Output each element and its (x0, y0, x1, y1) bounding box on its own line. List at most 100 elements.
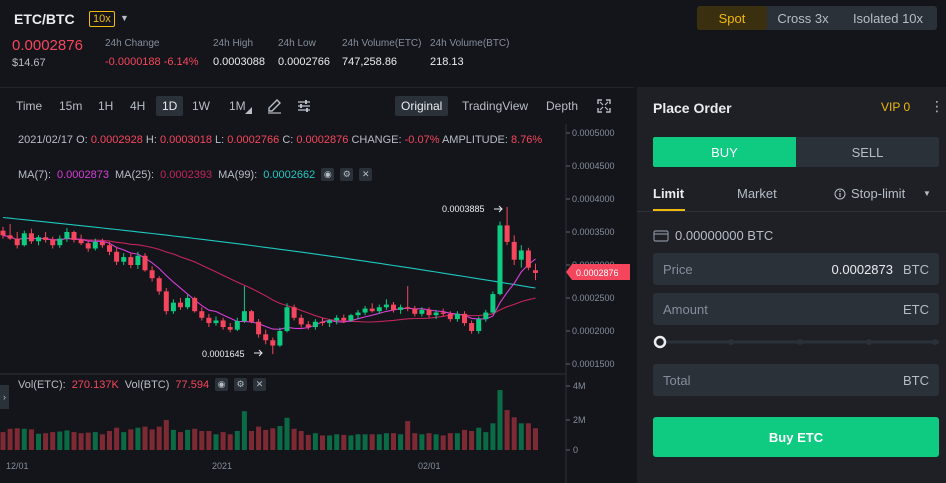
volume-bar (170, 429, 176, 450)
vip-level[interactable]: VIP 0 (881, 100, 910, 114)
volume-bar (263, 429, 269, 450)
candle-body (383, 304, 389, 308)
stat-label-vol-btc: 24h Volume(BTC) (430, 38, 510, 49)
candle-body (50, 239, 56, 246)
candle-body (206, 317, 212, 324)
type-limit[interactable]: Limit (653, 186, 684, 201)
chevron-right-icon[interactable]: › (0, 385, 9, 409)
candle-body (0, 230, 6, 236)
margin-mode-switch: Spot Cross 3x Isolated 10x (697, 6, 937, 30)
sell-tab[interactable]: SELL (796, 137, 939, 167)
candle-body (504, 225, 510, 242)
volume-bar (227, 434, 233, 450)
candle-body (213, 320, 219, 324)
total-label: Total (663, 373, 691, 388)
chevron-down-icon[interactable]: ▼ (120, 13, 129, 23)
candle-body (263, 334, 269, 341)
candle-body (178, 302, 183, 308)
volume-bar (433, 434, 439, 450)
volume-bar (256, 426, 262, 450)
slider-step-75[interactable] (866, 339, 872, 345)
volume-bar (57, 431, 63, 450)
volume-bar (85, 432, 91, 450)
vol-etc-label: Vol(ETC): (18, 378, 66, 391)
candle-body (405, 307, 411, 309)
volume-bar (14, 428, 20, 450)
slider-step-50[interactable] (797, 339, 803, 345)
vol-settings-icon[interactable]: ⚙ (234, 378, 248, 391)
volume-bar (249, 431, 254, 450)
candle-body (249, 311, 254, 322)
divider (637, 211, 946, 212)
candle-body (28, 233, 34, 242)
leverage-badge[interactable]: 10x (89, 11, 115, 27)
candle-body (312, 321, 318, 328)
slider-handle[interactable] (653, 335, 667, 349)
volume-bar (355, 434, 361, 450)
side-switch: BUY SELL (653, 137, 939, 167)
candle-body (43, 237, 49, 240)
mode-cross[interactable]: Cross 3x (767, 6, 839, 30)
total-field[interactable]: Total BTC (653, 364, 939, 396)
volume-bar (28, 429, 34, 450)
candlestick-chart[interactable]: 0.0005000 0.0004500 0.0004000 0.0003500 0.00… (0, 88, 634, 483)
volume-bar (107, 431, 112, 450)
balance-value: 0.00000000 BTC (675, 228, 774, 243)
buy-tab[interactable]: BUY (653, 137, 796, 167)
stop-limit-chevron-icon[interactable]: ▼ (923, 189, 931, 198)
candle-body (447, 313, 453, 320)
mode-isolated[interactable]: Isolated 10x (839, 6, 937, 30)
more-icon[interactable]: ⋮ (930, 98, 944, 115)
volume-bar (369, 434, 375, 450)
price-label: Price (663, 262, 693, 277)
price-value[interactable]: 0.0002873 (832, 262, 893, 277)
candle-body (305, 324, 311, 328)
price-field[interactable]: Price 0.0002873 BTC (653, 253, 939, 285)
stat-value-high: 0.0003088 (213, 56, 265, 68)
amount-field[interactable]: Amount ETC (653, 293, 939, 325)
price-unit: BTC (903, 262, 929, 277)
high-annotation: 0.0003885 (442, 204, 485, 214)
volume-axis-label: 0 (573, 445, 578, 455)
candle-body (185, 298, 191, 308)
candle-body (412, 308, 418, 314)
stat-value-vol-etc: 747,258.86 (342, 56, 398, 68)
volume-bar (462, 429, 467, 450)
candle-body (85, 243, 91, 249)
amount-slider[interactable] (653, 335, 939, 349)
volume-bar (156, 426, 162, 450)
info-icon[interactable] (834, 188, 846, 200)
vol-close-icon[interactable]: ✕ (253, 378, 267, 391)
current-price-tag-text: 0.0002876 (576, 268, 619, 278)
candle-body (170, 302, 176, 312)
candle-body (114, 251, 120, 262)
candle-body (348, 315, 354, 321)
volume-bar (447, 433, 453, 450)
candle-body (107, 245, 112, 252)
type-stop-limit[interactable]: Stop-limit (851, 186, 905, 201)
candle-body (376, 307, 382, 312)
vol-eye-icon[interactable]: ◉ (215, 378, 229, 391)
exchange-window: ETC/BTC 10x ▼ 0.0002876 $14.67 24h Chang… (0, 0, 946, 483)
type-market[interactable]: Market (737, 186, 777, 201)
candle-body (291, 307, 297, 318)
market-header: ETC/BTC 10x ▼ 0.0002876 $14.67 24h Chang… (0, 0, 946, 84)
vol-btc-value: 77.594 (175, 378, 210, 391)
volume-bar (476, 427, 482, 450)
mode-spot[interactable]: Spot (697, 6, 767, 30)
candle-body (320, 321, 325, 324)
time-axis-label: 12/01 (6, 461, 29, 471)
volume-bar (348, 435, 354, 450)
volume-bar (312, 433, 318, 450)
volume-axis-label: 4M (573, 381, 586, 391)
slider-step-100[interactable] (932, 339, 938, 345)
candle-body (341, 317, 347, 321)
volume-bar (341, 434, 347, 450)
candle-body (462, 313, 467, 324)
buy-etc-button[interactable]: Buy ETC (653, 417, 939, 457)
price-axis-label: 0.0001500 (572, 359, 615, 369)
slider-step-25[interactable] (728, 339, 734, 345)
pair-selector[interactable]: ETC/BTC (14, 11, 75, 27)
stat-label-low: 24h Low (278, 38, 316, 49)
volume-bar (241, 411, 247, 450)
